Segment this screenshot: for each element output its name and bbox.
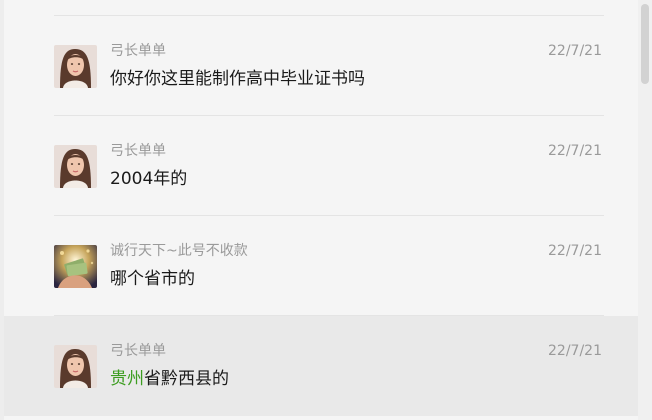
message-item[interactable]: 诚行天下~此号不收款 22/7/21 哪个省市的 [4,216,638,316]
message-text-rest: 省黔西县的 [144,369,229,389]
woman-portrait-avatar[interactable] [54,145,97,188]
chat-history-panel: 弓长单单 22/7/21 你好你这里能制作高中毕业证书吗 弓长单单 22/7/2… [0,0,652,420]
location-link[interactable]: 贵州 [110,369,144,389]
money-hand-avatar[interactable] [54,245,97,288]
message-text: 2004年的 [110,169,188,189]
message-text: 贵州省黔西县的 [110,368,229,390]
message-text: 你好你这里能制作高中毕业证书吗 [110,69,365,89]
message-time: 22/7/21 [548,143,602,159]
message-time: 22/7/21 [548,243,602,259]
sender-name: 弓长单单 [110,343,166,359]
message-item-highlighted[interactable]: 弓长单单 22/7/21 贵州省黔西县的 [4,316,638,416]
sender-name: 弓长单单 [110,143,166,159]
scrollbar[interactable] [638,0,652,420]
scrollbar-thumb[interactable] [641,4,649,84]
sender-name: 弓长单单 [110,43,166,59]
message-item[interactable]: 弓长单单 22/7/21 你好你这里能制作高中毕业证书吗 [4,16,638,116]
sender-name: 诚行天下~此号不收款 [110,243,248,259]
message-time: 22/7/21 [548,343,602,359]
woman-portrait-avatar[interactable] [54,345,97,388]
woman-portrait-avatar[interactable] [54,45,97,88]
message-text: 哪个省市的 [110,269,195,289]
message-time: 22/7/21 [548,43,602,59]
message-item[interactable]: 弓长单单 22/7/21 2004年的 [4,116,638,216]
